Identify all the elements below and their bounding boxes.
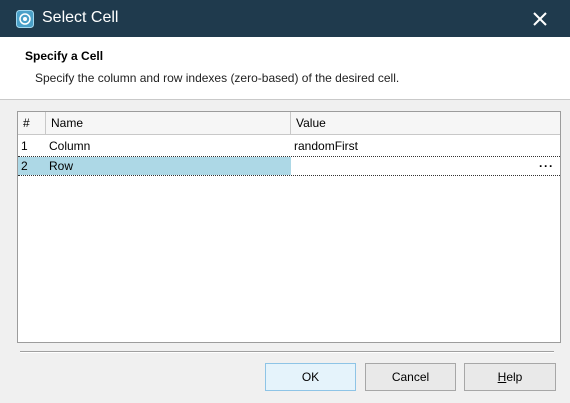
- table-header: # Name Value: [18, 112, 560, 135]
- header-title: Specify a Cell: [25, 49, 104, 63]
- title-bar: Select Cell: [0, 0, 570, 37]
- help-button[interactable]: Help: [464, 363, 556, 391]
- close-icon[interactable]: [522, 6, 558, 32]
- row-number: 2: [18, 157, 46, 175]
- app-icon: [16, 10, 34, 28]
- header-description: Specify the column and row indexes (zero…: [35, 71, 400, 85]
- ellipsis-button[interactable]: ···: [539, 157, 554, 175]
- column-header-number[interactable]: #: [18, 112, 46, 134]
- column-header-value[interactable]: Value: [291, 112, 560, 134]
- help-label: elp: [506, 370, 523, 384]
- separator: [20, 351, 554, 353]
- cancel-button[interactable]: Cancel: [365, 363, 456, 391]
- ok-button[interactable]: OK: [265, 363, 356, 391]
- dialog-header: Specify a Cell Specify the column and ro…: [0, 37, 570, 100]
- row-value[interactable]: randomFirst: [291, 136, 560, 156]
- row-number: 1: [21, 139, 28, 153]
- row-name: Row: [46, 157, 291, 175]
- table-row[interactable]: 1 Column randomFirst: [18, 136, 560, 156]
- cell-table: # Name Value 1 Column randomFirst 2 Row …: [17, 111, 561, 343]
- table-row[interactable]: 2 Row ···: [18, 156, 560, 176]
- window-title: Select Cell: [42, 9, 119, 26]
- column-header-name[interactable]: Name: [46, 112, 291, 134]
- row-value[interactable]: [291, 157, 560, 175]
- row-name: Column: [49, 139, 91, 153]
